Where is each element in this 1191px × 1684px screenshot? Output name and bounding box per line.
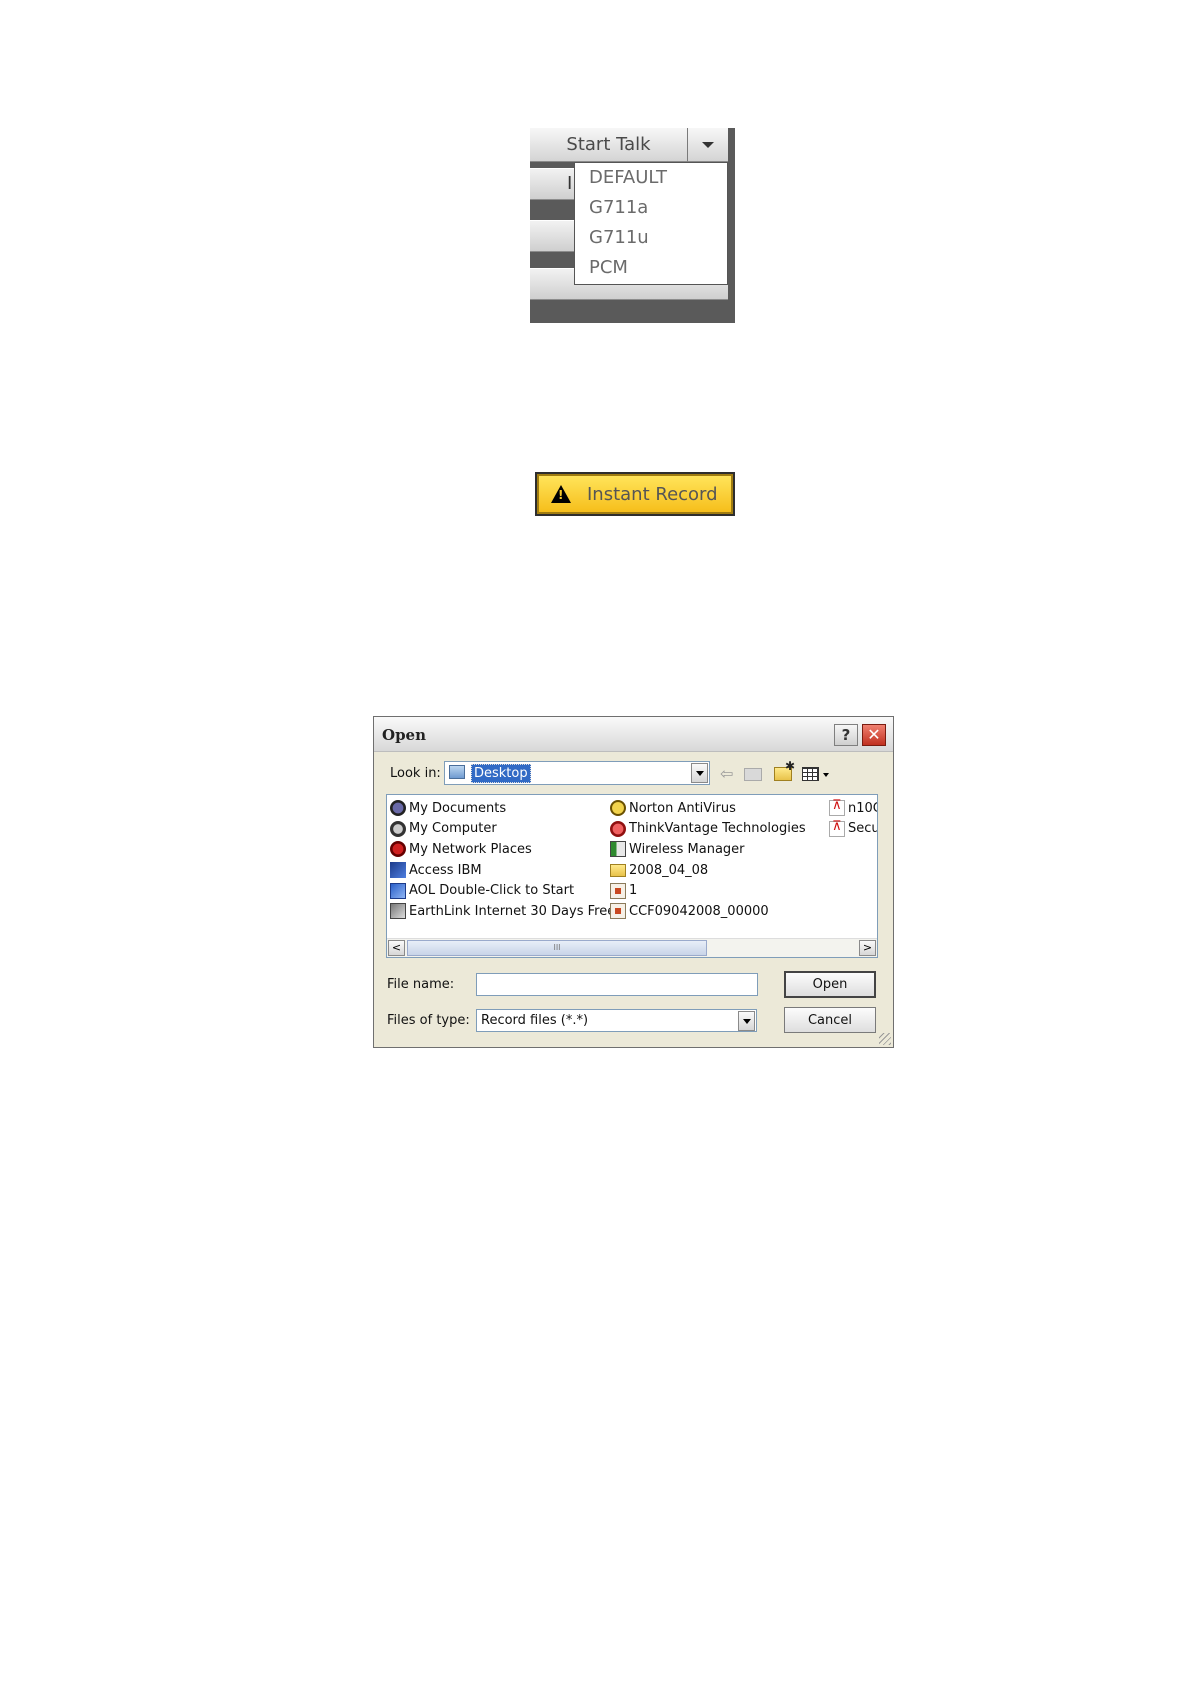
file-name-label: File name: <box>387 977 455 992</box>
file-name: EarthLink Internet 30 Days Free <box>409 903 616 919</box>
network-places-icon <box>390 841 406 858</box>
norton-icon <box>610 800 626 817</box>
codec-option-g711a[interactable]: G711a <box>575 193 727 223</box>
wireless-manager-icon <box>610 841 626 858</box>
file-list[interactable]: My Documents My Computer My Network Plac… <box>386 794 878 958</box>
thinkvantage-icon <box>610 820 626 837</box>
chevron-down-icon <box>742 1018 751 1024</box>
files-of-type-label: Files of type: <box>387 1013 470 1028</box>
chevron-down-icon <box>702 141 714 148</box>
file-name: My Computer <box>409 821 497 837</box>
folder-icon <box>610 863 626 877</box>
list-item[interactable]: Wireless Manager <box>608 839 806 860</box>
aol-icon <box>390 882 406 899</box>
file-name: 2008_04_08 <box>629 862 709 878</box>
file-name: Norton AntiVirus <box>629 800 736 816</box>
warning-icon: ! <box>551 485 571 503</box>
start-talk-button[interactable]: Start Talk <box>530 128 688 162</box>
look-in-dropdown-button[interactable] <box>691 763 708 783</box>
look-in-label: Look in: <box>390 766 441 781</box>
list-item[interactable]: My Network Places <box>388 839 615 860</box>
instant-record-label: Instant Record <box>587 483 718 505</box>
list-item[interactable]: Access IBM <box>388 860 615 881</box>
talk-panel: I Start Talk DEFAULT G711a G711u PCM <box>530 128 735 323</box>
look-in-combo[interactable]: Desktop <box>444 761 710 785</box>
horizontal-scrollbar[interactable]: < III > <box>387 938 877 957</box>
list-item[interactable]: 1 <box>608 880 806 901</box>
title-bar: Open ? ✕ <box>374 717 893 752</box>
up-folder-icon[interactable] <box>744 768 762 781</box>
list-item[interactable]: n10C <box>827 798 877 819</box>
list-item[interactable]: Norton AntiVirus <box>608 798 806 819</box>
my-computer-icon <box>390 820 406 837</box>
files-of-type-value: Record files (*.*) <box>481 1013 589 1028</box>
look-in-value: Desktop <box>471 764 531 783</box>
file-name: AOL Double-Click to Start <box>409 883 575 899</box>
access-ibm-icon <box>390 862 406 879</box>
file-name: Secu <box>848 821 878 837</box>
file-name: My Network Places <box>409 841 532 857</box>
file-name: n10C <box>848 800 877 816</box>
codec-option-pcm[interactable]: PCM <box>575 253 727 283</box>
file-name: 1 <box>629 883 638 899</box>
files-of-type-dropdown-button[interactable] <box>738 1011 755 1031</box>
close-button[interactable]: ✕ <box>862 724 886 746</box>
list-item[interactable]: CCF09042008_00000 <box>608 901 806 922</box>
scroll-thumb[interactable]: III <box>407 940 707 956</box>
file-name: CCF09042008_00000 <box>629 903 769 919</box>
scroll-left-button[interactable]: < <box>388 940 405 956</box>
file-column-1: My Documents My Computer My Network Plac… <box>388 798 615 922</box>
warning-mark: ! <box>558 488 564 502</box>
my-documents-icon <box>390 800 406 817</box>
open-dialog: Open ? ✕ Look in: Desktop ⇦ My Documents… <box>373 716 894 1048</box>
list-item[interactable]: My Documents <box>388 798 615 819</box>
list-item[interactable]: EarthLink Internet 30 Days Free <box>388 901 615 922</box>
scroll-right-button[interactable]: > <box>859 940 876 956</box>
help-button[interactable]: ? <box>834 724 858 746</box>
codec-menu: DEFAULT G711a G711u PCM <box>574 162 728 285</box>
file-name: Access IBM <box>409 862 482 878</box>
cancel-button[interactable]: Cancel <box>784 1007 876 1033</box>
desktop-icon <box>449 765 465 779</box>
dialog-title: Open <box>382 726 427 744</box>
file-name: Wireless Manager <box>629 841 745 857</box>
instant-record-button[interactable]: ! Instant Record <box>535 472 735 516</box>
new-folder-icon[interactable] <box>774 759 795 781</box>
file-name: ThinkVantage Technologies <box>629 821 806 837</box>
pdf-icon <box>829 798 845 817</box>
back-arrow-icon[interactable]: ⇦ <box>720 765 738 783</box>
list-item[interactable]: 2008_04_08 <box>608 860 806 881</box>
resize-grip-icon[interactable] <box>879 1033 891 1045</box>
file-name-input[interactable] <box>476 973 758 996</box>
record-file-icon <box>610 903 626 920</box>
start-talk-label: Start Talk <box>566 134 651 155</box>
earthlink-icon <box>390 903 406 920</box>
record-file-icon <box>610 882 626 899</box>
list-item[interactable]: My Computer <box>388 819 615 840</box>
list-item[interactable]: ThinkVantage Technologies <box>608 819 806 840</box>
view-menu-icon[interactable] <box>802 767 830 782</box>
pdf-icon <box>829 819 845 837</box>
file-column-2: Norton AntiVirus ThinkVantage Technologi… <box>608 798 806 922</box>
list-item[interactable]: Secu <box>827 819 878 840</box>
files-of-type-select[interactable]: Record files (*.*) <box>476 1009 757 1032</box>
codec-option-default[interactable]: DEFAULT <box>575 163 727 193</box>
codec-option-g711u[interactable]: G711u <box>575 223 727 253</box>
file-name: My Documents <box>409 800 507 816</box>
file-column-3: n10C Secu <box>827 798 878 840</box>
list-item[interactable]: AOL Double-Click to Start <box>388 880 615 901</box>
chevron-down-icon <box>695 770 704 776</box>
partial-button-label: I <box>567 173 573 194</box>
open-button[interactable]: Open <box>784 971 876 998</box>
codec-dropdown-button[interactable] <box>688 128 728 162</box>
